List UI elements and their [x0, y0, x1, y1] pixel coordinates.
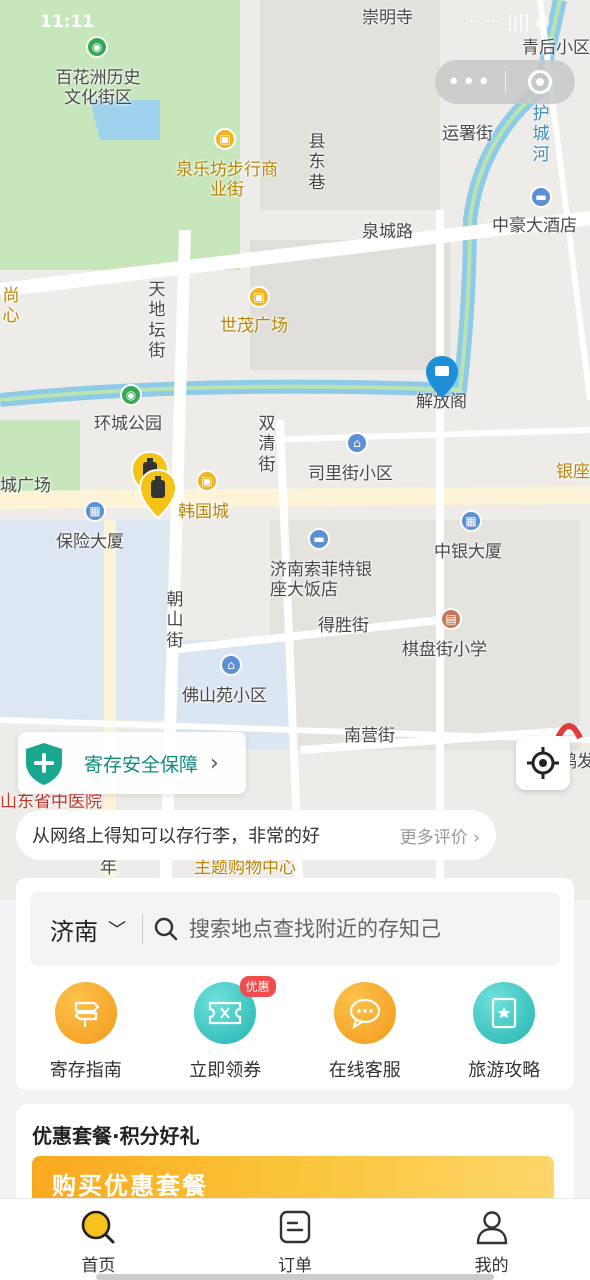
shortcut-online-service[interactable]: 在线客服 — [295, 982, 435, 1082]
search-divider — [142, 914, 143, 944]
more-menu-button[interactable]: ••• — [435, 70, 505, 95]
map-label: 护城河 — [532, 104, 550, 165]
promo-section: 优惠套餐·积分好礼 购买优惠套餐 — [16, 1104, 574, 1204]
shortcut-storage-guide[interactable]: 寄存指南 — [16, 982, 156, 1082]
signpost-icon — [54, 982, 117, 1044]
target-icon — [528, 70, 553, 94]
shortcut-label: 立即领券 — [189, 1060, 262, 1081]
status-time: 11:11 — [40, 12, 95, 32]
map-label: 保险大厦 — [56, 532, 124, 552]
map-label: 世茂广场 — [220, 316, 288, 336]
status-bar: 11:11 ·· ··· |||| ◉ — [0, 0, 590, 44]
tab-label: 我的 — [474, 1256, 509, 1276]
map-label: 年 — [100, 858, 117, 878]
map-label: 佛山苑小区 — [182, 686, 267, 706]
map-label: 天地坛街 — [148, 280, 166, 362]
shortcut-travel-guide[interactable]: 旅游攻略 — [435, 982, 575, 1082]
close-miniprogram-button[interactable] — [506, 70, 576, 94]
guidebook-icon — [473, 982, 536, 1044]
map-label: 棋盘街小学 — [402, 640, 487, 660]
promo-banner[interactable]: 购买优惠套餐 — [32, 1156, 554, 1204]
shopping-icon: ▣ — [196, 470, 218, 492]
map-label: 南营街 — [344, 726, 395, 746]
school-icon: ▤ — [440, 608, 462, 630]
residential-icon: ⌂ — [346, 432, 368, 454]
shopping-icon: ▣ — [214, 128, 236, 150]
search-bar: 济南 ﹀ — [30, 892, 560, 966]
map-label: 双清街 — [258, 414, 276, 475]
park-icon: ◉ — [120, 384, 142, 406]
map-label: 县东巷 — [308, 132, 326, 193]
tab-label: 首页 — [81, 1256, 116, 1276]
home-search-icon — [82, 1210, 115, 1244]
map-label: 银座 — [556, 462, 590, 482]
shield-icon — [26, 743, 62, 785]
chevron-down-icon: ﹀ — [108, 920, 126, 941]
crosshair-icon — [527, 747, 559, 779]
status-signal: ·· ··· |||| ◉ — [469, 12, 550, 32]
profile-icon — [476, 1211, 507, 1245]
map-label: 主题购物中心 — [194, 858, 296, 878]
map-label: 济南索菲特银座大饭店 — [270, 560, 372, 601]
tab-orders[interactable]: 订单 — [197, 1199, 394, 1280]
storage-pin-icon[interactable] — [138, 468, 178, 520]
map-label: 中银大厦 — [434, 542, 502, 562]
search-icon — [154, 917, 178, 941]
shortcut-label: 寄存指南 — [49, 1060, 122, 1081]
chevron-right-icon: › — [210, 750, 219, 776]
map-label: 泉乐坊步行商业街 — [176, 160, 278, 201]
map-label: 得胜街 — [318, 616, 369, 636]
more-reviews-link[interactable]: 更多评价 › — [400, 823, 480, 848]
shortcut-label: 在线客服 — [328, 1060, 401, 1081]
chat-icon — [333, 982, 396, 1044]
shortcut-get-coupon[interactable]: 优惠 立即领券 — [156, 976, 296, 1082]
map-label: 泉城路 — [362, 222, 413, 242]
shortcut-label: 旅游攻略 — [468, 1060, 541, 1081]
map-label: 城广场 — [0, 476, 51, 496]
map-label: 运署街 — [442, 124, 493, 144]
residential-icon: ⌂ — [220, 654, 242, 676]
map-label: 中豪大酒店 — [492, 216, 577, 236]
order-icon — [279, 1210, 311, 1244]
tab-home[interactable]: 首页 — [0, 1199, 197, 1280]
shopping-icon: ▣ — [248, 286, 270, 308]
review-quote: 从网络上得知可以存行李，非常的好 — [32, 826, 320, 847]
tab-label: 订单 — [278, 1256, 312, 1276]
shortcut-grid: 寄存指南 优惠 立即领券 在线客服 旅游攻略 — [16, 976, 575, 1082]
city-selector[interactable]: 济南 ﹀ — [50, 912, 126, 947]
office-building-icon: ▦ — [84, 500, 106, 522]
map-label: 朝山街 — [166, 590, 184, 651]
tab-profile[interactable]: 我的 — [393, 1199, 590, 1280]
map-label: 尚心 — [2, 286, 20, 327]
promo-banner-text: 购买优惠套餐 — [52, 1172, 208, 1200]
promo-title: 优惠套餐·积分好礼 — [32, 1124, 200, 1148]
map-label: 环城公园 — [94, 414, 162, 434]
safety-label: 寄存安全保障 — [84, 753, 199, 776]
action-panel: 济南 ﹀ 寄存指南 优惠 立即领券 在线客服 — [16, 878, 574, 1090]
hotel-icon: ▬ — [308, 528, 330, 550]
map-label: 司里街小区 — [308, 464, 393, 484]
locate-me-button[interactable] — [516, 736, 570, 790]
city-name: 济南 — [50, 917, 98, 946]
miniprogram-capsule: ••• — [435, 60, 575, 104]
safety-guarantee-button[interactable]: 寄存安全保障 › — [18, 732, 246, 794]
discount-badge: 优惠 — [239, 976, 276, 997]
search-input[interactable] — [189, 917, 489, 941]
office-building-icon: ▦ — [460, 510, 482, 532]
bottom-tab-bar: 首页 订单 我的 — [0, 1198, 590, 1280]
review-banner[interactable]: 从网络上得知可以存行李，非常的好 更多评价 › — [16, 810, 496, 860]
location-pin-icon[interactable] — [424, 354, 460, 400]
home-indicator — [96, 1274, 494, 1280]
map-label: 百花洲历史文化街区 — [55, 68, 141, 109]
map-label: 韩国城 — [178, 502, 229, 522]
hotel-icon: ▬ — [530, 186, 552, 208]
